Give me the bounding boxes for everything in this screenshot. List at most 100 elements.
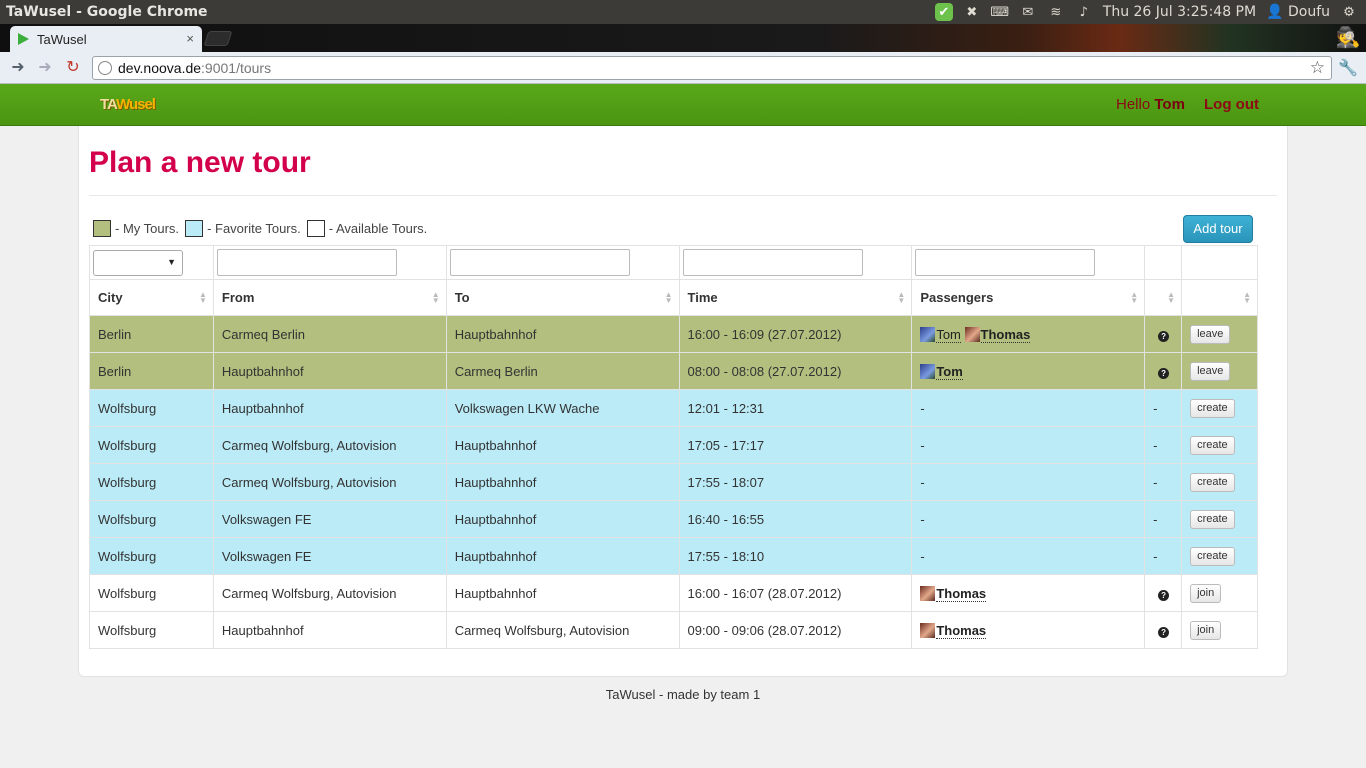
brand-logo[interactable]: TAWusel [100, 96, 156, 113]
question-icon[interactable]: ? [1158, 330, 1170, 342]
avatar [920, 363, 936, 379]
create-button[interactable]: create [1190, 546, 1235, 566]
cell-info: ? [1144, 352, 1183, 390]
cell-action: create [1181, 426, 1258, 464]
avatar [920, 326, 936, 342]
cell-to: Carmeq Berlin [445, 352, 680, 390]
passengers-filter-input[interactable] [915, 249, 1096, 276]
sort-icon: ▲ ▼ [198, 290, 207, 305]
cell-time: 17:55 - 18:10 [678, 537, 913, 575]
join-button[interactable]: join [1190, 620, 1222, 640]
cell-action: leave [1181, 352, 1258, 390]
create-button[interactable]: create [1190, 398, 1235, 418]
header-action[interactable]: ▲ ▼ [1181, 279, 1258, 316]
city-filter-select[interactable] [93, 249, 183, 276]
cell-from: Hauptbahnhof [212, 389, 447, 427]
header-from-label: From [221, 290, 255, 305]
cell-from: Carmeq Wolfsburg, Autovision [212, 463, 447, 501]
passenger-link[interactable]: Thomas [980, 326, 1031, 343]
create-button[interactable]: create [1190, 472, 1235, 492]
cell-info: - [1144, 537, 1183, 575]
os-user-name: Doufu [1287, 4, 1330, 20]
cell-time: 08:00 - 08:08 (27.07.2012) [678, 352, 913, 390]
header-info[interactable]: ▲ ▼ [1144, 279, 1183, 316]
cell-from: Volkswagen FE [212, 537, 447, 575]
dropbox-icon[interactable]: ✖ [963, 3, 981, 21]
filter-cell-empty [1144, 245, 1183, 280]
time-filter-input[interactable] [682, 249, 863, 276]
logout-link[interactable]: Log out [1204, 96, 1259, 113]
to-filter-input[interactable] [449, 249, 630, 276]
question-icon[interactable]: ? [1158, 589, 1170, 601]
cell-passengers: Tom [911, 352, 1146, 390]
filter-cell-empty [1181, 245, 1258, 280]
volume-icon[interactable]: ♪ [1075, 3, 1093, 21]
cell-to: Hauptbahnhof [445, 537, 680, 575]
sort-icon: ▲ ▼ [897, 290, 906, 305]
cell-city: Wolfsburg [89, 500, 214, 538]
cell-city: Wolfsburg [89, 463, 214, 501]
back-arrow-icon[interactable]: ➜ [8, 58, 28, 78]
passenger-link[interactable]: Thomas [936, 622, 987, 639]
address-bar[interactable]: dev.noova.de:9001/tours ☆ [92, 56, 1332, 80]
close-icon[interactable]: × [186, 31, 194, 46]
create-button[interactable]: create [1190, 435, 1235, 455]
wrench-icon[interactable]: 🔧 [1338, 58, 1358, 78]
header-to-label: To [454, 290, 470, 305]
update-check-icon[interactable]: ✔ [934, 3, 953, 21]
avatar [920, 622, 936, 638]
browser-tab[interactable]: TaWusel × [10, 26, 202, 52]
bookmark-star-icon[interactable]: ☆ [1310, 58, 1325, 78]
header-time[interactable]: Time ▲ ▼ [678, 279, 913, 316]
incognito-icon: 🕵 [1335, 27, 1361, 49]
user-icon: 👤 [1266, 4, 1284, 20]
forward-arrow-icon[interactable]: ➜ [35, 58, 55, 78]
cell-to: Hauptbahnhof [445, 315, 680, 353]
leave-button[interactable]: leave [1190, 361, 1231, 381]
keyboard-icon[interactable]: ⌨ [990, 3, 1009, 21]
user-menu[interactable]: 👤 Doufu [1266, 4, 1330, 20]
divider [89, 195, 1277, 196]
new-tab-button[interactable] [203, 31, 233, 46]
add-tour-button[interactable]: Add tour [1183, 215, 1253, 243]
cell-info: ? [1144, 574, 1183, 612]
header-city[interactable]: City ▲ ▼ [89, 279, 214, 316]
cell-time: 17:55 - 18:07 [678, 463, 913, 501]
cell-city: Wolfsburg [89, 611, 214, 649]
question-icon[interactable]: ? [1158, 367, 1170, 379]
leave-button[interactable]: leave [1190, 324, 1231, 344]
url-host: dev.noova.de [118, 60, 202, 76]
legend-swatch-favorite [185, 220, 204, 237]
from-filter-input[interactable] [216, 249, 397, 276]
header-passengers[interactable]: Passengers ▲ ▼ [911, 279, 1146, 316]
cell-info: - [1144, 426, 1183, 464]
cell-from: Carmeq Berlin [212, 315, 447, 353]
create-button[interactable]: create [1190, 509, 1235, 529]
question-icon[interactable]: ? [1158, 626, 1170, 638]
sort-icon: ▲ ▼ [1130, 290, 1139, 305]
reload-icon[interactable]: ↻ [63, 58, 83, 78]
tab-title: TaWusel [37, 31, 87, 47]
cell-passengers: Thomas [911, 574, 1146, 612]
passenger-link[interactable]: Tom [936, 326, 961, 343]
cell-info: ? [1144, 611, 1183, 649]
header-from[interactable]: From ▲ ▼ [212, 279, 447, 316]
header-passengers-label: Passengers [920, 290, 994, 305]
greeting-user[interactable]: Tom [1154, 96, 1185, 113]
gear-icon[interactable]: ⚙ [1340, 3, 1358, 21]
table-row: Wolfsburg Carmeq Wolfsburg, Autovision H… [89, 574, 1258, 612]
header-to[interactable]: To ▲ ▼ [445, 279, 680, 316]
sort-icon: ▲ ▼ [664, 290, 673, 305]
passenger-link[interactable]: Thomas [936, 585, 987, 602]
cell-time: 12:01 - 12:31 [678, 389, 913, 427]
mail-icon[interactable]: ✉ [1019, 3, 1037, 21]
sort-icon: ▲ ▼ [1243, 290, 1251, 305]
table-row: Wolfsburg Carmeq Wolfsburg, Autovision H… [89, 426, 1258, 464]
join-button[interactable]: join [1190, 583, 1222, 603]
clock[interactable]: Thu 26 Jul 3:25:48 PM [1103, 4, 1256, 20]
table-row: Berlin Carmeq Berlin Hauptbahnhof 16:00 … [89, 315, 1258, 353]
wifi-icon[interactable]: ≋ [1047, 3, 1065, 21]
passenger-link[interactable]: Tom [936, 363, 963, 380]
brand-ta: TA [100, 96, 117, 113]
app-navbar: TAWusel Hello Tom Log out [0, 84, 1366, 126]
